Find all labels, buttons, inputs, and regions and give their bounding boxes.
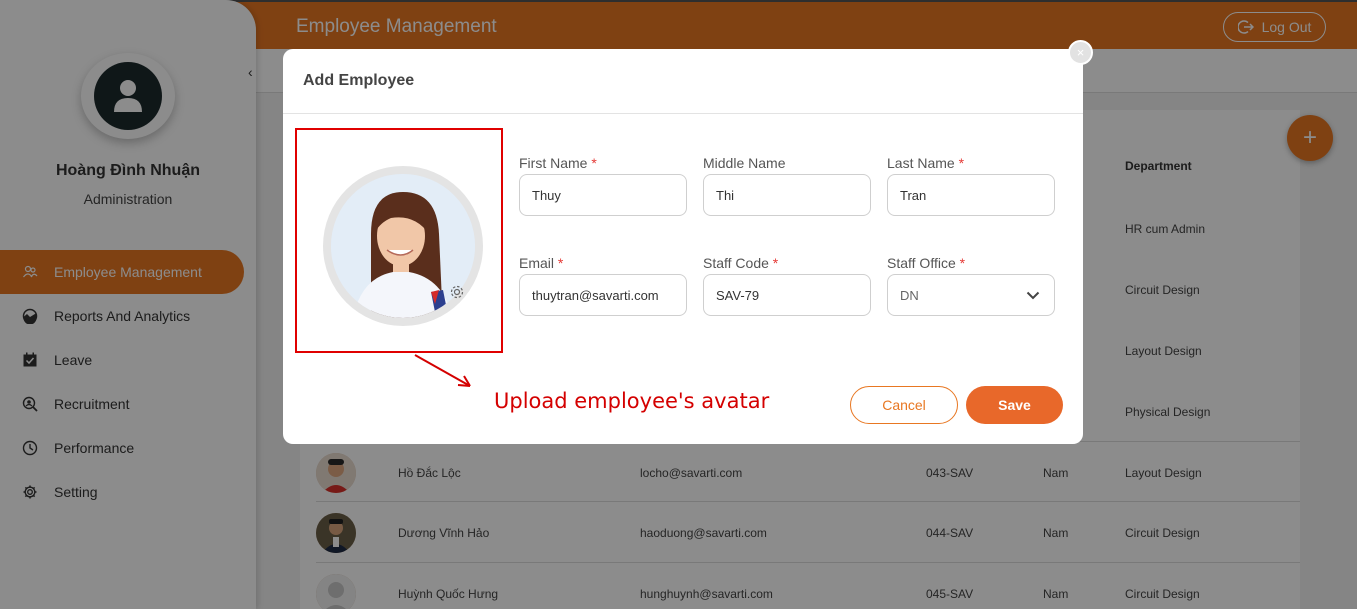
email-label: Email * <box>519 255 564 271</box>
modal-header: Add Employee <box>283 49 1083 114</box>
annotation-highlight-box <box>295 128 503 353</box>
cancel-button[interactable]: Cancel <box>850 386 958 424</box>
chevron-down-icon <box>1026 291 1040 299</box>
modal-title: Add Employee <box>303 72 415 89</box>
middle-name-label: Middle Name <box>703 155 786 171</box>
last-name-field[interactable]: Tran <box>887 174 1055 216</box>
annotation-arrow-icon <box>414 354 471 387</box>
last-name-label: Last Name * <box>887 155 965 171</box>
middle-name-field[interactable]: Thi <box>703 174 871 216</box>
first-name-field[interactable]: Thuy <box>519 174 687 216</box>
save-button[interactable]: Save <box>966 386 1063 424</box>
staff-office-value: DN <box>900 287 919 303</box>
annotation-caption: Upload employee's avatar <box>494 389 770 413</box>
close-icon[interactable]: × <box>1068 40 1093 65</box>
staff-code-field[interactable]: SAV-79 <box>703 274 871 316</box>
staff-code-label: Staff Code * <box>703 255 779 271</box>
staff-office-select[interactable]: DN <box>887 274 1055 316</box>
first-name-label: First Name * <box>519 155 597 171</box>
email-field[interactable]: thuytran@savarti.com <box>519 274 687 316</box>
staff-office-label: Staff Office * <box>887 255 966 271</box>
